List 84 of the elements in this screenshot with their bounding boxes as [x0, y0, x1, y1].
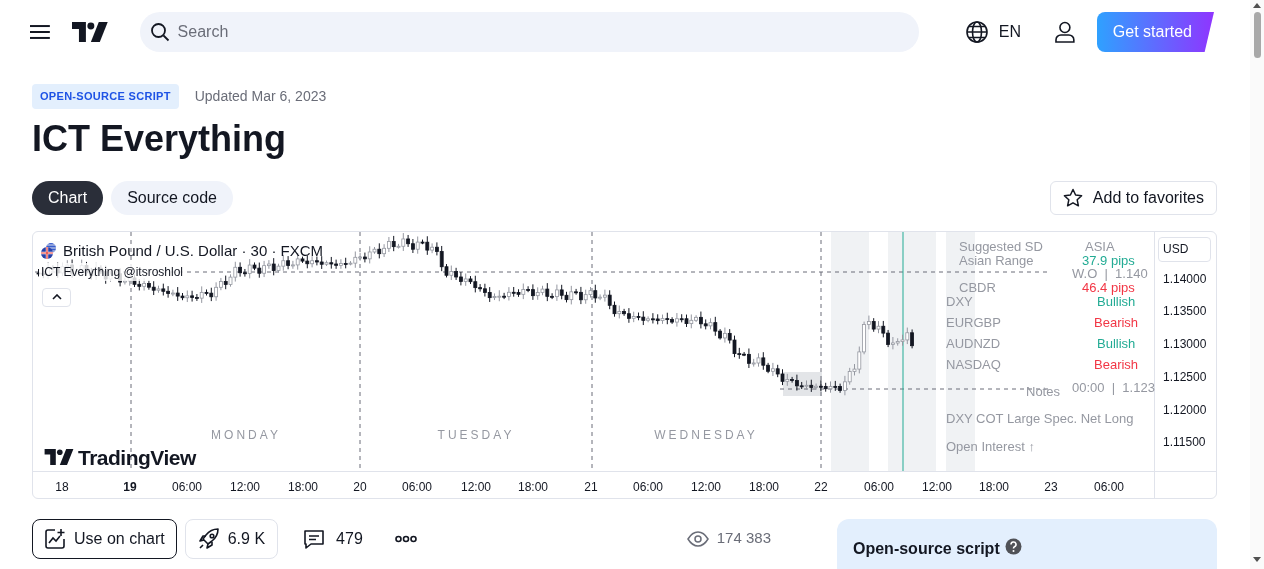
time-axis-label: 20 [353, 478, 367, 496]
indicator-table-text: Open Interest ↑ [946, 438, 1035, 455]
currency-selector[interactable]: USD [1158, 236, 1211, 262]
collapse-legend-button[interactable] [42, 287, 71, 307]
day-label: TUESDAY [437, 426, 515, 444]
time-axis-label: 06:00 [864, 478, 894, 496]
time-axis-label: 12:00 [691, 478, 721, 496]
help-icon[interactable] [1004, 537, 1022, 555]
boost-button[interactable]: 6.9 K [184, 518, 279, 559]
indicator-table-text: Bullish [1097, 335, 1136, 352]
price-axis-label: 1.14000 [1163, 270, 1207, 288]
more-icon [394, 534, 417, 543]
view-tab[interactable]: Source code [111, 180, 233, 215]
time-axis-label: 19 [123, 478, 137, 496]
script-type-badge: OPEN-SOURCE SCRIPT [32, 84, 179, 109]
time-axis-label: 18 [55, 478, 69, 496]
currency-pair-flags-icon [40, 241, 58, 260]
scrollbar-thumb[interactable] [1254, 12, 1261, 58]
chart-plus-icon [44, 527, 66, 550]
indicator-table-text: DXY COT Large Spec. Net Long [946, 410, 1134, 427]
chevron-up-icon [51, 294, 62, 300]
time-axis-label: 06:00 [402, 478, 432, 496]
indicator-table-text: AUDNZD [946, 335, 1001, 352]
indicator-table-text: NASDAQ [946, 356, 1001, 373]
logo-icon [44, 449, 74, 466]
script-title: ICT Everything [32, 116, 287, 161]
price-axis-label: 1.12500 [1163, 368, 1207, 386]
chart-panel[interactable] [32, 230, 1217, 499]
time-axis-label: 18:00 [749, 478, 779, 496]
day-label: WEDNESDAY [654, 426, 758, 444]
indicator-table-text: CBDR [959, 279, 996, 296]
price-axis-label: 1.13500 [1163, 302, 1207, 320]
time-axis-label: 06:00 [633, 478, 663, 496]
time-axis-label: 23 [1044, 478, 1058, 496]
scrollbar[interactable] [1250, 0, 1264, 569]
star-icon [1062, 187, 1083, 208]
indicator-table-text: Notes [1026, 383, 1060, 400]
time-axis-label: 21 [584, 478, 598, 496]
time-axis-label: 12:00 [922, 478, 952, 496]
price-axis-label: 1.11500 [1163, 433, 1206, 451]
updated-date: Updated Mar 6, 2023 [194, 86, 327, 106]
brand-watermark: TradingView [78, 444, 196, 471]
symbol-title: British Pound / U.S. Dollar · 30 · FXCM [63, 240, 324, 261]
view-count: 174 383 [716, 528, 771, 549]
search-input: Search [177, 20, 909, 44]
time-axis-label: 22 [814, 478, 828, 496]
logo-icon[interactable] [71, 22, 108, 42]
time-axis-label: 12:00 [461, 478, 491, 496]
scroll-up-icon[interactable] [1253, 3, 1261, 8]
user-icon[interactable] [1053, 20, 1077, 44]
scroll-down-icon[interactable] [1253, 557, 1261, 562]
search-field[interactable]: Search [139, 12, 919, 52]
indicator-table-text: Bearish [1094, 314, 1139, 331]
get-started-button[interactable]: Get started [1096, 12, 1214, 52]
indicator-table-text: 37.9 pips [1082, 252, 1135, 268]
time-axis-label: 18:00 [288, 478, 318, 496]
day-label: MONDAY [211, 426, 281, 444]
time-axis-label: 06:00 [1094, 478, 1124, 496]
use-on-chart-button[interactable]: Use on chart [32, 518, 177, 559]
view-tab[interactable]: Chart [32, 180, 104, 215]
time-axis-label: 18:00 [518, 478, 548, 496]
info-card-title: Open-source script [853, 538, 1000, 559]
indicator-table-text: 46.4 pips [1082, 279, 1135, 296]
globe-icon [964, 20, 989, 44]
indicator-table-text: 00:00 | 1.123 [1072, 379, 1155, 396]
eye-icon [686, 530, 709, 547]
price-axis-label: 1.13000 [1163, 335, 1207, 353]
indicator-table-text: EURGBP [946, 314, 1001, 331]
add-to-favorites-button[interactable]: Add to favorites [1049, 180, 1217, 215]
price-axis-label: 1.12000 [1163, 401, 1207, 419]
time-axis-label: 06:00 [172, 478, 202, 496]
indicator-table-text: DXY [946, 293, 973, 310]
indicator-legend: ICT Everything @itsroshlol [39, 262, 185, 281]
time-axis-label: 12:00 [230, 478, 260, 496]
indicator-table-text: Suggested SD [959, 238, 1043, 255]
indicator-table-text: Bearish [1094, 356, 1139, 373]
comments-button[interactable]: 479 [292, 518, 373, 559]
indicator-table-text: ASIA [1085, 238, 1115, 255]
comment-icon [302, 527, 327, 550]
language-button[interactable]: EN [964, 20, 1022, 44]
rocket-icon [197, 527, 220, 550]
menu-icon[interactable] [30, 24, 50, 40]
time-axis-label: 18:00 [979, 478, 1009, 496]
search-icon [149, 22, 170, 42]
